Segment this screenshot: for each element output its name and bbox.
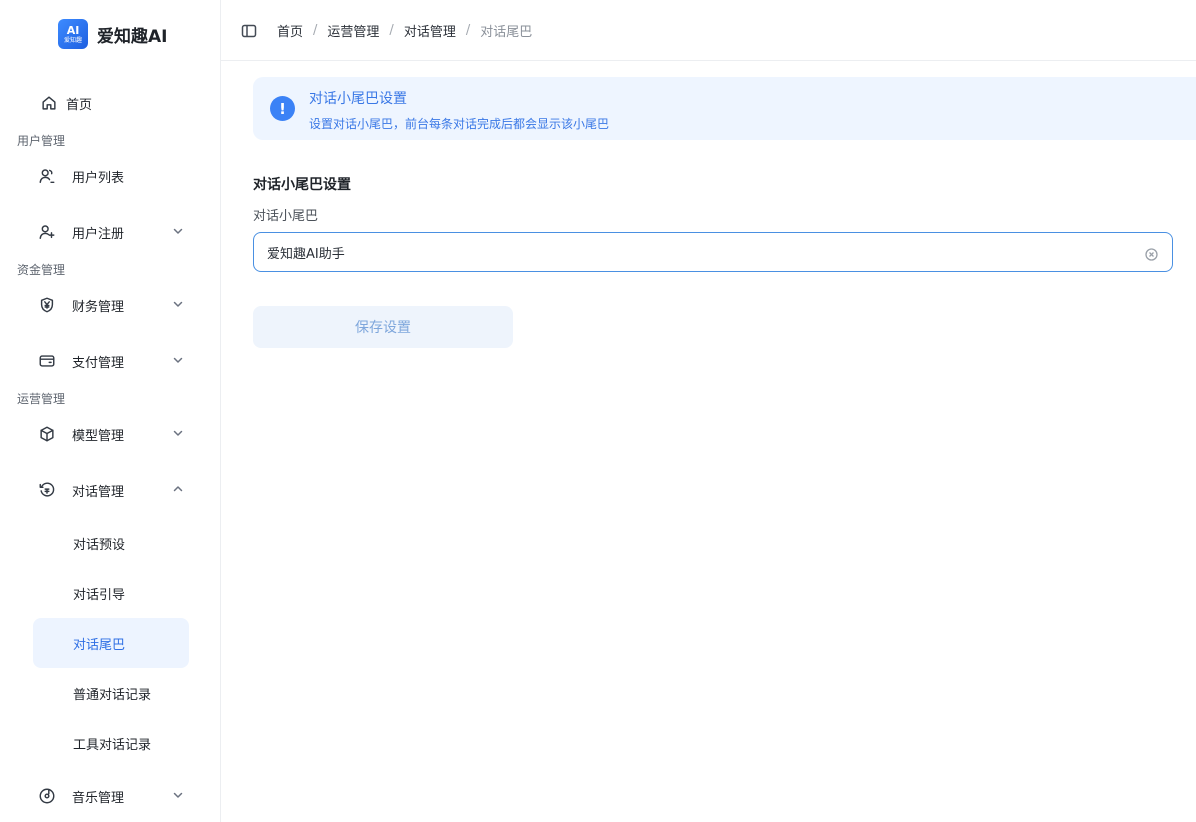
alert-title: 对话小尾巴设置 (309, 91, 407, 107)
breadcrumb-home[interactable]: 首页 (277, 21, 303, 40)
info-alert: ! 对话小尾巴设置 设置对话小尾巴，前台每条对话完成后都会显示该小尾巴 (253, 77, 1196, 140)
clear-icon[interactable] (1145, 246, 1158, 261)
sidebar: AI 爱知趣 爱知趣AI 首页 用户管理 用户列表 用户注册 资金管理 财务管理… (0, 0, 221, 822)
chevron-down-icon (171, 353, 185, 367)
sidebar-item-user-list[interactable]: 用户列表 (33, 155, 189, 197)
save-settings-button[interactable]: 保存设置 (253, 306, 513, 348)
chevron-up-icon (171, 482, 185, 496)
group-label-operations: 运营管理 (17, 392, 66, 406)
sidebar-item-label: 用户列表 (72, 170, 125, 186)
users-icon (37, 166, 57, 186)
logo-badge-sub: 爱知趣 (63, 36, 82, 44)
sidebar-subitem-preset[interactable]: 对话预设 (33, 518, 189, 568)
group-label-funds: 资金管理 (17, 263, 66, 277)
cube-icon (37, 424, 57, 444)
top-header: 首页 / 运营管理 / 对话管理 / 对话尾巴 (221, 0, 1196, 61)
sidebar-subitem-normal-records[interactable]: 普通对话记录 (33, 668, 189, 718)
chevron-down-icon (171, 224, 185, 238)
sidebar-item-finance[interactable]: 财务管理 (33, 284, 189, 326)
sidebar-item-music[interactable]: 音乐管理 (33, 775, 189, 817)
breadcrumb: 首页 / 运营管理 / 对话管理 / 对话尾巴 (277, 21, 532, 40)
music-disc-icon (37, 786, 57, 806)
group-label-users: 用户管理 (17, 134, 66, 148)
alert-description: 设置对话小尾巴，前台每条对话完成后都会显示该小尾巴 (309, 117, 610, 131)
sidebar-item-payment[interactable]: 支付管理 (33, 340, 189, 382)
sidebar-item-label: 财务管理 (72, 299, 125, 315)
logo[interactable]: AI 爱知趣 爱知趣AI (58, 18, 167, 50)
logo-title: 爱知趣AI (97, 26, 168, 47)
chat-history-icon (37, 480, 57, 500)
logo-badge-main: AI (66, 23, 80, 37)
field-label: 对话小尾巴 (253, 209, 319, 224)
breadcrumb-dialog[interactable]: 对话管理 (404, 21, 456, 40)
chevron-down-icon (171, 788, 185, 802)
sidebar-subitem-tool-records[interactable]: 工具对话记录 (33, 718, 189, 768)
home-icon (39, 93, 59, 113)
sidebar-item-user-register[interactable]: 用户注册 (33, 211, 189, 253)
app-root: AI 爱知趣 爱知趣AI 首页 用户管理 用户列表 用户注册 资金管理 财务管理… (0, 0, 1196, 822)
yen-shield-icon (37, 295, 57, 315)
sidebar-item-label: 音乐管理 (72, 790, 125, 806)
breadcrumb-operations[interactable]: 运营管理 (327, 21, 379, 40)
user-add-icon (37, 222, 57, 242)
sidebar-item-model[interactable]: 模型管理 (33, 413, 189, 455)
logo-badge: AI 爱知趣 (58, 19, 88, 49)
sidebar-subitem-guide[interactable]: 对话引导 (33, 568, 189, 618)
breadcrumb-separator: / (389, 23, 394, 38)
chevron-down-icon (171, 297, 185, 311)
sidebar-item-label: 用户注册 (72, 226, 125, 242)
section-title: 对话小尾巴设置 (253, 177, 351, 193)
sidebar-subitem-tail[interactable]: 对话尾巴 (33, 618, 189, 668)
sidebar-item-label: 对话管理 (72, 484, 125, 500)
breadcrumb-separator: / (465, 23, 471, 38)
sidebar-item-label: 模型管理 (72, 428, 125, 444)
sidebar-item-home[interactable]: 首页 (33, 82, 189, 124)
breadcrumb-separator: / (313, 23, 318, 38)
breadcrumb-current: 对话尾巴 (480, 25, 533, 40)
chevron-down-icon (171, 426, 185, 440)
sidebar-item-dialog[interactable]: 对话管理 (33, 469, 189, 511)
exclamation-icon: ! (270, 96, 295, 121)
sidebar-item-label: 首页 (66, 97, 93, 113)
sidebar-item-label: 支付管理 (72, 355, 125, 371)
sidebar-toggle-icon[interactable] (241, 23, 257, 39)
tail-input[interactable] (267, 242, 1127, 262)
wallet-icon (37, 351, 57, 371)
tail-input-wrapper (253, 232, 1173, 272)
